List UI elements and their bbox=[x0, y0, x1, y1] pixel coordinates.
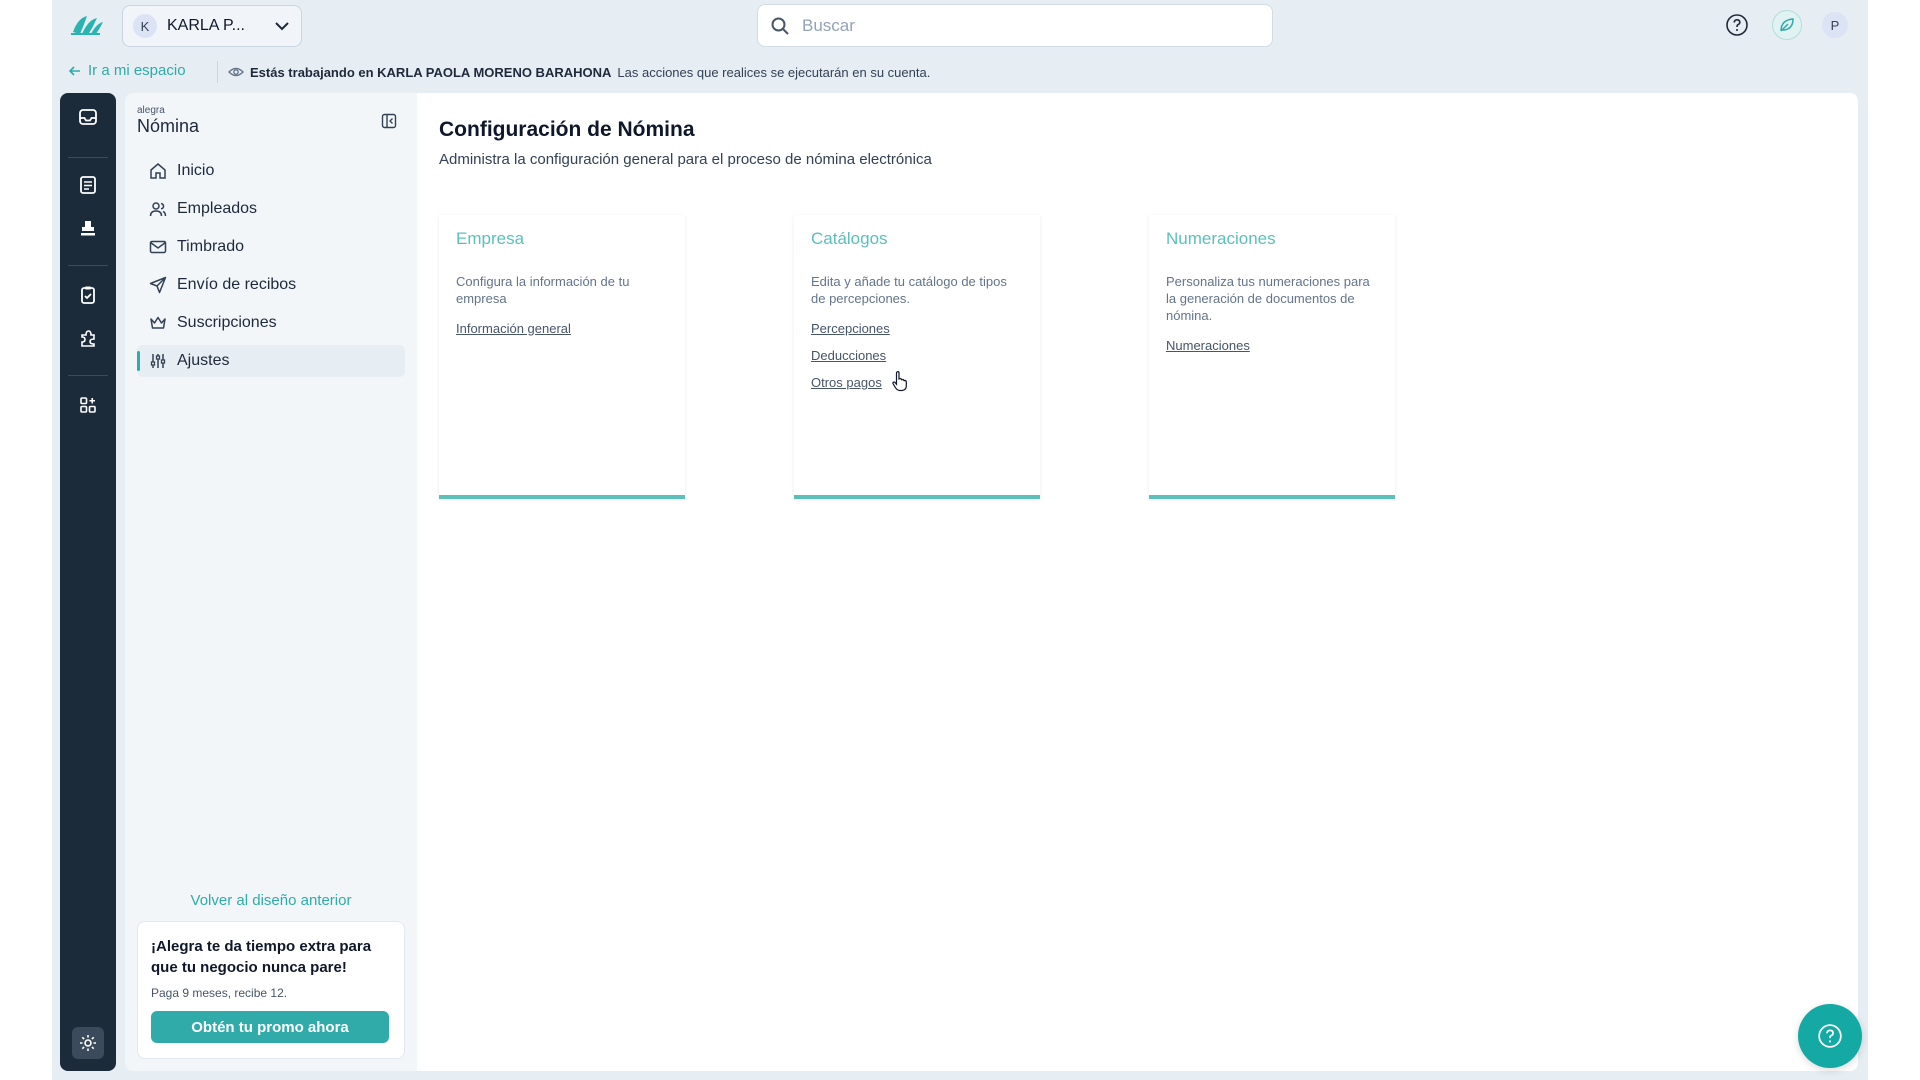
settings-gear-icon[interactable] bbox=[72, 1027, 104, 1059]
banner-message-rest: Las acciones que realices se ejecutarán … bbox=[617, 64, 931, 80]
crown-icon bbox=[150, 316, 166, 329]
banner-message-bold: Estás trabajando en KARLA PAOLA MORENO B… bbox=[250, 64, 612, 80]
help-icon[interactable] bbox=[1722, 10, 1752, 40]
card-empresa: Empresa Configura la información de tu e… bbox=[439, 215, 685, 499]
collapse-sidebar-icon[interactable] bbox=[381, 113, 397, 129]
promo-subtitle: Paga 9 meses, recibe 12. bbox=[151, 986, 288, 1000]
mail-icon bbox=[149, 240, 167, 254]
hand-cursor-icon bbox=[892, 371, 907, 392]
back-to-previous-design-link[interactable]: Volver al diseño anterior bbox=[125, 892, 417, 909]
rail-divider bbox=[68, 375, 108, 376]
page-title: Configuración de Nómina bbox=[439, 118, 695, 141]
puzzle-icon[interactable] bbox=[76, 326, 100, 350]
card-title: Catálogos bbox=[811, 229, 888, 248]
search-bar[interactable] bbox=[757, 4, 1273, 47]
search-input[interactable] bbox=[802, 15, 1260, 36]
link-percepciones[interactable]: Percepciones bbox=[811, 321, 1023, 336]
sidebar-item-ajustes[interactable]: Ajustes bbox=[137, 345, 405, 377]
alegra-logo-icon[interactable] bbox=[70, 12, 104, 38]
promo-button[interactable]: Obtén tu promo ahora bbox=[151, 1011, 389, 1043]
send-icon bbox=[149, 276, 167, 294]
top-right-icons: P bbox=[1722, 10, 1848, 40]
card-description: Configura la información de tu empresa bbox=[456, 274, 630, 306]
sidebar-item-label: Envío de recibos bbox=[177, 276, 297, 293]
link-informacion-general[interactable]: Información general bbox=[456, 321, 668, 336]
search-icon bbox=[771, 17, 789, 35]
apps-grid-icon[interactable] bbox=[76, 393, 100, 417]
sidebar: alegra Nómina Inicio Empleados Timbrado … bbox=[125, 93, 417, 1071]
account-avatar: K bbox=[133, 14, 157, 38]
promo-card: ¡Alegra te da tiempo extra para que tu n… bbox=[137, 921, 405, 1059]
link-deducciones[interactable]: Deducciones bbox=[811, 348, 1023, 363]
impersonation-banner: Ir a mi espacio Estás trabajando en KARL… bbox=[52, 55, 1868, 89]
banner-message: Estás trabajando en KARLA PAOLA MORENO B… bbox=[228, 64, 930, 80]
chevron-down-icon bbox=[275, 22, 289, 31]
sidebar-nav: Inicio Empleados Timbrado Envío de recib… bbox=[137, 155, 405, 383]
stamp-icon[interactable] bbox=[76, 216, 100, 240]
account-switcher[interactable]: K KARLA P... bbox=[122, 5, 302, 47]
sidebar-item-empleados[interactable]: Empleados bbox=[137, 193, 405, 225]
user-avatar[interactable]: P bbox=[1822, 12, 1848, 38]
help-chat-button[interactable] bbox=[1798, 1004, 1862, 1068]
home-icon bbox=[150, 163, 166, 179]
page-subtitle: Administra la configuración general para… bbox=[439, 151, 932, 168]
sliders-icon bbox=[150, 354, 166, 368]
back-link-label: Ir a mi espacio bbox=[88, 62, 186, 79]
sidebar-item-timbrado[interactable]: Timbrado bbox=[137, 231, 405, 263]
rail-divider bbox=[68, 157, 108, 158]
invoice-icon[interactable] bbox=[76, 173, 100, 197]
leaf-icon[interactable] bbox=[1772, 10, 1802, 40]
card-catalogos: Catálogos Edita y añade tu catálogo de t… bbox=[794, 215, 1040, 499]
sidebar-item-label: Ajustes bbox=[177, 352, 230, 369]
users-icon bbox=[149, 202, 167, 217]
sidebar-item-label: Suscripciones bbox=[177, 314, 277, 331]
sidebar-item-inicio[interactable]: Inicio bbox=[137, 155, 405, 187]
back-to-my-space-link[interactable]: Ir a mi espacio bbox=[68, 62, 186, 79]
sidebar-item-label: Empleados bbox=[177, 200, 258, 217]
sidebar-item-label: Inicio bbox=[177, 162, 215, 179]
arrow-left-icon bbox=[68, 65, 80, 76]
sidebar-item-label: Timbrado bbox=[177, 238, 244, 255]
card-description: Edita y añade tu catálogo de tipos de pe… bbox=[811, 274, 1007, 306]
promo-title: ¡Alegra te da tiempo extra para que tu n… bbox=[151, 938, 372, 976]
account-name: KARLA P... bbox=[167, 17, 245, 34]
card-title: Numeraciones bbox=[1166, 229, 1276, 248]
help-icon bbox=[1818, 1024, 1842, 1048]
app-frame: K KARLA P... P Ir a mi espacio Estás t bbox=[52, 0, 1868, 1080]
sidebar-item-envio-recibos[interactable]: Envío de recibos bbox=[137, 269, 405, 301]
eye-icon bbox=[228, 67, 244, 77]
card-numeraciones: Numeraciones Personaliza tus numeracione… bbox=[1149, 215, 1395, 499]
brand-nomina: Nómina bbox=[137, 116, 200, 136]
clipboard-check-icon[interactable] bbox=[76, 283, 100, 307]
card-description: Personaliza tus numeraciones para la gen… bbox=[1166, 274, 1370, 323]
main-content: Configuración de Nómina Administra la co… bbox=[417, 93, 1858, 1071]
banner-divider bbox=[217, 61, 218, 83]
brand-alegra: alegra bbox=[137, 105, 165, 116]
link-otros-pagos[interactable]: Otros pagos bbox=[811, 375, 1023, 390]
rail-divider bbox=[68, 265, 108, 266]
link-numeraciones[interactable]: Numeraciones bbox=[1166, 338, 1378, 353]
card-title: Empresa bbox=[456, 229, 525, 248]
app-rail bbox=[60, 93, 116, 1071]
sidebar-item-suscripciones[interactable]: Suscripciones bbox=[137, 307, 405, 339]
inbox-icon[interactable] bbox=[76, 105, 100, 129]
top-bar: K KARLA P... P bbox=[52, 0, 1868, 50]
